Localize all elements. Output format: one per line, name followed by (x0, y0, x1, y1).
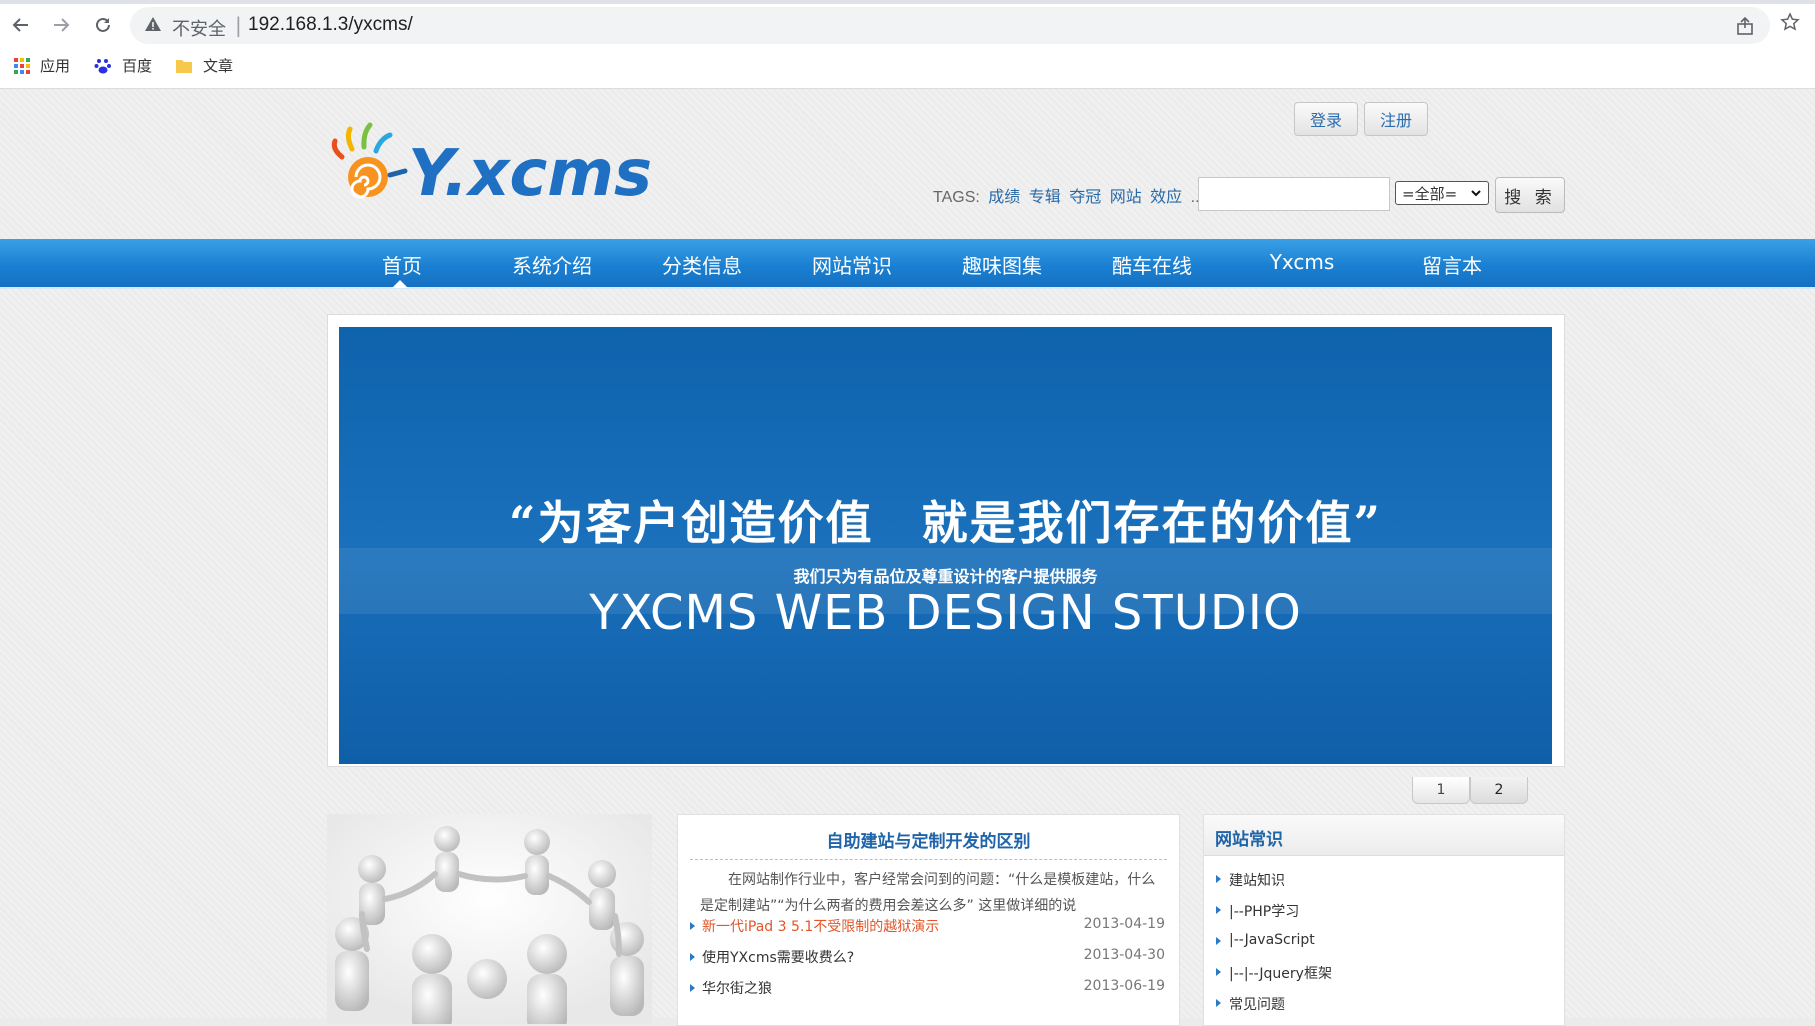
register-button[interactable]: 注册 (1364, 102, 1428, 136)
url-text[interactable]: 192.168.1.3/yxcms/ (248, 14, 413, 36)
category-header: 网站常识 (1204, 815, 1564, 856)
nav-item-cars[interactable]: 酷车在线 (1087, 250, 1217, 279)
bookmark-label: 百度 (122, 57, 153, 75)
bookmark-baidu[interactable]: 百度 (94, 55, 152, 76)
search-scope-value: =全部= (1402, 184, 1458, 203)
banner-image[interactable]: “为客户创造价值 就是我们存在的价值” 我们只为有品位及尊重设计的客户提供服务 … (339, 327, 1552, 764)
back-icon[interactable] (8, 12, 34, 38)
list-item-date: 2013-04-30 (1083, 947, 1165, 963)
bullet-icon (1216, 999, 1221, 1007)
category-item[interactable]: 常见问题 (1216, 994, 1285, 1014)
address-bar[interactable]: 不安全 | 192.168.1.3/yxcms/ (130, 7, 1770, 44)
nav-item-classified[interactable]: 分类信息 (637, 250, 767, 279)
list-item-date: 2013-06-19 (1083, 978, 1165, 994)
category-label[interactable]: 常见问题 (1229, 997, 1285, 1013)
bookmarks-bar: 应用 百度 文章 (0, 48, 1815, 82)
chevron-down-icon (1471, 190, 1481, 197)
category-item[interactable]: |--|--Jquery框架 (1216, 963, 1332, 983)
search-button[interactable]: 搜 索 (1495, 177, 1565, 213)
folder-icon (176, 59, 192, 73)
dashed-divider (690, 859, 1167, 860)
logo-text: Y.xcms (408, 137, 650, 209)
news-excerpt: 在网站制作行业中，客户经常会问到的问题：“什么是模板建站，什么是定制建站”“为什… (700, 872, 1156, 914)
category-item[interactable]: 建站知识 (1216, 870, 1285, 890)
search-scope-select[interactable]: =全部= (1395, 181, 1489, 205)
category-label[interactable]: |--PHP学习 (1229, 904, 1299, 920)
web-page: Y.xcms 登录 注册 TAGS: 成绩 专辑 夺冠 网站 效应 ... =全… (0, 89, 1815, 1026)
bullet-icon (1216, 875, 1221, 883)
bullet-icon (1216, 937, 1221, 945)
tag-link[interactable]: 专辑 (1029, 189, 1061, 206)
category-item[interactable]: |--JavaScript (1216, 932, 1315, 948)
banner-headline: “为客户创造价值 就是我们存在的价值” (509, 496, 1382, 550)
bullet-icon (690, 953, 695, 961)
tags-row: TAGS: 成绩 专辑 夺冠 网站 效应 ... (933, 183, 1204, 207)
category-label[interactable]: |--JavaScript (1229, 932, 1315, 948)
nav-item-web-knowledge[interactable]: 网站常识 (787, 250, 917, 279)
list-item-date: 2013-04-19 (1083, 916, 1165, 932)
list-item[interactable]: 华尔街之狼 2013-06-19 (690, 978, 1167, 1000)
active-nav-indicator (392, 280, 408, 288)
feature-image[interactable] (327, 814, 652, 1024)
reload-icon[interactable] (90, 12, 116, 38)
browser-chrome: 不安全 | 192.168.1.3/yxcms/ 应用 百度 文章 (0, 0, 1815, 89)
bookmark-label: 文章 (203, 57, 234, 75)
list-item[interactable]: 新一代iPad 3 5.1不受限制的越狱演示 2013-04-19 (690, 916, 1167, 938)
forward-icon[interactable] (48, 12, 74, 38)
site-logo[interactable]: Y.xcms (330, 119, 652, 211)
slider-page-1[interactable]: 1 (1412, 777, 1470, 804)
bullet-icon (690, 984, 695, 992)
bookmark-label: 应用 (40, 57, 71, 75)
separator: | (235, 13, 242, 37)
slider-page-2[interactable]: 2 (1470, 777, 1528, 804)
list-item-title[interactable]: 新一代iPad 3 5.1不受限制的越狱演示 (702, 916, 939, 936)
category-panel: 网站常识 建站知识 |--PHP学习 |--JavaScript |--|--J… (1203, 814, 1565, 1026)
category-label[interactable]: 建站知识 (1229, 873, 1285, 889)
tags-label: TAGS: (933, 189, 980, 206)
tag-link[interactable]: 效应 (1150, 189, 1182, 206)
nav-item-yxcms[interactable]: Yxcms (1237, 250, 1367, 274)
nav-item-gallery[interactable]: 趣味图集 (937, 250, 1067, 279)
login-button[interactable]: 登录 (1294, 102, 1358, 136)
bookmark-star-icon[interactable] (1780, 12, 1800, 36)
tab-strip-edge (0, 0, 1815, 4)
category-item[interactable]: |--PHP学习 (1216, 901, 1299, 921)
bullet-icon (1216, 906, 1221, 914)
nav-item-guestbook[interactable]: 留言本 (1387, 250, 1517, 279)
insecure-label: 不安全 (172, 19, 226, 40)
baidu-paw-icon (94, 58, 111, 73)
tag-link[interactable]: 夺冠 (1069, 189, 1101, 206)
bookmark-folder[interactable]: 文章 (175, 55, 233, 76)
share-icon[interactable] (1735, 16, 1755, 40)
category-title[interactable]: 网站常识 (1215, 825, 1283, 850)
nav-item-home[interactable]: 首页 (337, 250, 467, 279)
list-item[interactable]: 使用YXcms需要收费么? 2013-04-30 (690, 947, 1167, 969)
warning-icon[interactable] (144, 15, 162, 37)
banner-slider[interactable]: “为客户创造价值 就是我们存在的价值” 我们只为有品位及尊重设计的客户提供服务 … (327, 314, 1565, 767)
bullet-icon (1216, 968, 1221, 976)
category-label[interactable]: |--|--Jquery框架 (1229, 966, 1332, 982)
tag-link[interactable]: 成绩 (988, 189, 1020, 206)
nav-item-system-intro[interactable]: 系统介绍 (487, 250, 617, 279)
search-input[interactable] (1198, 177, 1390, 211)
tag-link[interactable]: 网站 (1110, 189, 1142, 206)
list-item-title[interactable]: 华尔街之狼 (702, 978, 772, 998)
banner-english: YXCMS WEB DESIGN STUDIO (589, 585, 1302, 641)
news-panel: 自助建站与定制开发的区别 在网站制作行业中，客户经常会问到的问题：“什么是模板建… (677, 814, 1180, 1026)
bookmark-apps[interactable]: 应用 (14, 55, 70, 76)
main-nav: 首页 系统介绍 分类信息 网站常识 趣味图集 酷车在线 Yxcms 留言本 (0, 239, 1815, 289)
banner-subline: 我们只为有品位及尊重设计的客户提供服务 (793, 567, 1098, 586)
list-item-title[interactable]: 使用YXcms需要收费么? (702, 947, 854, 967)
news-headline-link[interactable]: 自助建站与定制开发的区别 (678, 827, 1179, 852)
apps-grid-icon (14, 57, 30, 74)
bullet-icon (690, 922, 695, 930)
